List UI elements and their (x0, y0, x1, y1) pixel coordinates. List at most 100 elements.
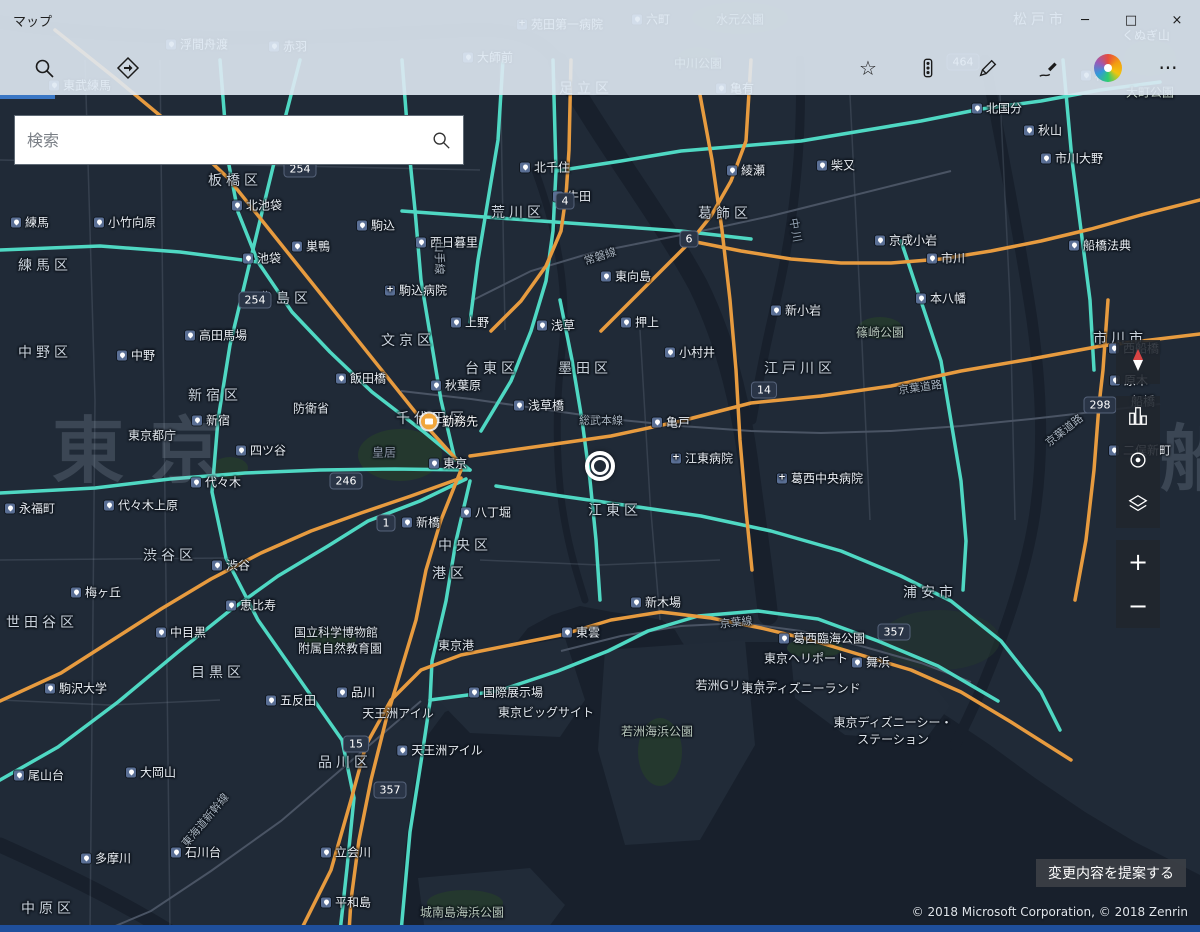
station-icon (401, 517, 412, 527)
station-icon (211, 560, 222, 570)
zoom-in-button[interactable]: + (1116, 540, 1160, 584)
route-shield: 1 (376, 514, 396, 532)
map-label-station: 平和島 (320, 894, 371, 911)
route-shield: 357 (373, 781, 407, 799)
map-label-station: 新木場 (630, 594, 681, 611)
directions-button[interactable] (106, 46, 150, 90)
favorites-button[interactable]: ☆ (846, 46, 890, 90)
current-location-button[interactable] (1116, 440, 1160, 484)
map-label-station: 四ツ谷 (235, 442, 286, 459)
map-label-city: 中原区 (21, 901, 75, 917)
map-label-station: 恵比寿 (225, 597, 276, 614)
map-label-station: 東京 (428, 455, 467, 472)
station-icon (225, 600, 236, 610)
route-shield: 4 (555, 192, 575, 210)
station-icon (468, 687, 479, 697)
search-input[interactable] (15, 130, 419, 150)
map-label-place: 防衛省 (292, 401, 330, 416)
zoom-in-icon: + (1127, 548, 1149, 576)
favorites-star-icon: ☆ (859, 55, 877, 80)
map-label-station: 中目黒 (155, 624, 206, 641)
map-label-station: 池袋 (242, 250, 281, 267)
search-box-magnifier-icon[interactable] (419, 116, 463, 164)
more-button[interactable]: ··· (1146, 46, 1190, 90)
station-icon (519, 162, 530, 172)
ink-button[interactable] (966, 46, 1010, 90)
map-label-city: 品川区 (318, 755, 372, 771)
map-label-city: 江東区 (588, 503, 642, 519)
map-label-station: 市川大野 (1040, 150, 1103, 167)
map-label-station: 綾瀬 (726, 162, 765, 179)
map-label-station: 練馬 (10, 214, 49, 231)
station-icon (4, 503, 15, 513)
map-label-city: 浦安市 (903, 585, 957, 601)
station-icon (397, 745, 408, 755)
map-view-button[interactable] (1116, 396, 1160, 440)
layers-button[interactable] (1116, 484, 1160, 528)
map-label-station: 秋山 (1023, 122, 1062, 139)
map-label-city: 台東区 (465, 361, 519, 377)
maximize-button[interactable]: □ (1108, 0, 1154, 40)
map-label-place: 東京ヘリポート (763, 651, 849, 666)
map-label-place: ステーション (857, 732, 929, 747)
titlebar[interactable]: マップ ─ □ × (0, 0, 1200, 40)
map-label-station: 新宿 (191, 412, 230, 429)
annotate-icon (1037, 57, 1059, 79)
station-icon (1068, 240, 1079, 250)
map-label-rail: 東海道新幹線 (179, 790, 232, 850)
station-icon (320, 897, 331, 907)
map-label-city: 中央区 (438, 538, 492, 554)
map-label-park: 若洲海浜公園 (620, 724, 694, 739)
station-icon (335, 373, 346, 383)
search-button[interactable] (22, 46, 66, 90)
map-label-station: 駒沢大学 (44, 680, 107, 697)
station-icon (651, 417, 662, 427)
station-icon (460, 507, 471, 517)
station-icon (971, 103, 982, 113)
current-location-icon (1127, 449, 1149, 475)
map-label-place: 東京ディズニーランド (741, 681, 861, 696)
workplace-label: 勤務先 (442, 414, 479, 429)
station-icon (450, 317, 461, 327)
map-label-station: 北国分 (971, 100, 1022, 117)
hospital-icon (384, 284, 395, 295)
map-controls: + − (1116, 340, 1160, 628)
close-button[interactable]: × (1154, 0, 1200, 40)
traffic-button[interactable] (906, 46, 950, 90)
zoom-out-button[interactable]: − (1116, 584, 1160, 628)
map-label-city: 板橋区 (208, 173, 262, 189)
map-label-station: 小村井 (664, 344, 715, 361)
map-label-rail: 山手線 (433, 241, 446, 275)
search-icon (33, 57, 55, 79)
map-label-station: 国際展示場 (468, 684, 543, 701)
station-icon (1040, 153, 1051, 163)
map-label-station: 五反田 (265, 692, 316, 709)
station-icon (93, 217, 104, 227)
map-label-station: 石川台 (170, 844, 221, 861)
directions-icon (116, 56, 140, 80)
layers-icon (1127, 493, 1149, 519)
minimize-button[interactable]: ─ (1062, 0, 1108, 40)
app-title: マップ (13, 14, 53, 30)
station-icon (726, 165, 737, 175)
route-shield: 246 (329, 472, 363, 490)
app-chrome: マップ ─ □ × ☆ ··· (0, 0, 1200, 95)
station-icon (44, 683, 55, 693)
map-label-city: 中野区 (18, 345, 72, 361)
station-icon (600, 271, 611, 281)
station-icon (80, 853, 91, 863)
route-shield: 15 (343, 735, 369, 753)
annotate-button[interactable] (1026, 46, 1070, 90)
station-icon (778, 633, 789, 643)
map-label-station: 新橋 (401, 514, 440, 531)
workplace-poi[interactable]: 勤務先 (421, 413, 478, 430)
station-icon (103, 500, 114, 510)
account-button[interactable] (1086, 46, 1130, 90)
suggest-changes-button[interactable]: 変更内容を提案する (1036, 859, 1186, 887)
map-label-place: 東京都庁 (127, 428, 177, 443)
map-label-place: 天王洲アイル (362, 706, 434, 721)
map-label-city: 文京区 (381, 333, 435, 349)
map-label-city: 練馬区 (18, 258, 72, 274)
station-icon (1023, 125, 1034, 135)
compass-button[interactable] (1116, 340, 1160, 384)
